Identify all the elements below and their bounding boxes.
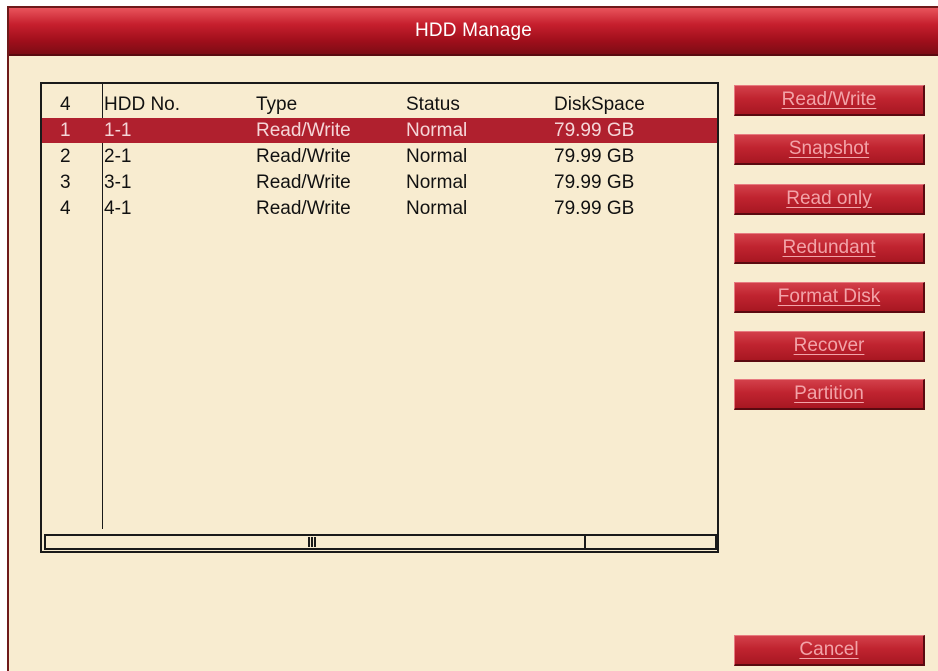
row-status: Normal <box>406 146 468 167</box>
row-status: Normal <box>406 198 468 219</box>
table-row[interactable]: 2 2-1 Read/Write Normal 79.99 GB <box>42 144 717 169</box>
scrollbar-thumb[interactable] <box>46 536 586 548</box>
horizontal-scrollbar[interactable] <box>44 534 717 550</box>
row-type: Read/Write <box>256 120 351 141</box>
row-status: Normal <box>406 120 468 141</box>
row-disk-space: 79.99 GB <box>554 172 635 193</box>
row-type: Read/Write <box>256 198 351 219</box>
table-header-row: 4 HDD No. Type Status DiskSpace <box>42 92 717 117</box>
hdd-manage-window: HDD Manage 4 HDD No. Type Status DiskSpa… <box>7 6 938 671</box>
row-index: 1 <box>60 120 71 141</box>
row-disk-space: 79.99 GB <box>554 146 635 167</box>
row-hdd-no: 1-1 <box>104 120 132 141</box>
row-hdd-no: 2-1 <box>104 146 132 167</box>
cancel-button[interactable]: Cancel <box>734 635 925 666</box>
header-status[interactable]: Status <box>406 92 460 117</box>
header-type[interactable]: Type <box>256 92 297 117</box>
row-disk-space: 79.99 GB <box>554 198 635 219</box>
format-disk-button[interactable]: Format Disk <box>734 282 925 313</box>
row-disk-space: 79.99 GB <box>554 120 635 141</box>
row-index: 4 <box>60 198 71 219</box>
row-hdd-no: 4-1 <box>104 198 132 219</box>
read-only-button[interactable]: Read only <box>734 184 925 215</box>
table-row[interactable]: 4 4-1 Read/Write Normal 79.99 GB <box>42 196 717 221</box>
row-index: 3 <box>60 172 71 193</box>
hdd-table: 4 HDD No. Type Status DiskSpace 1 1-1 Re… <box>40 82 719 553</box>
recover-button[interactable]: Recover <box>734 331 925 362</box>
snapshot-button[interactable]: Snapshot <box>734 134 925 165</box>
header-count: 4 <box>60 94 71 115</box>
window-title: HDD Manage <box>9 8 938 56</box>
row-type: Read/Write <box>256 172 351 193</box>
table-row[interactable]: 1 1-1 Read/Write Normal 79.99 GB <box>42 118 717 143</box>
row-index: 2 <box>60 146 71 167</box>
redundant-button[interactable]: Redundant <box>734 233 925 264</box>
scrollbar-grip-icon <box>308 537 316 547</box>
header-disk-space[interactable]: DiskSpace <box>554 92 645 117</box>
header-hdd-no[interactable]: HDD No. <box>102 92 180 117</box>
table-row[interactable]: 3 3-1 Read/Write Normal 79.99 GB <box>42 170 717 195</box>
row-status: Normal <box>406 172 468 193</box>
read-write-button[interactable]: Read/Write <box>734 85 925 116</box>
partition-button[interactable]: Partition <box>734 379 925 410</box>
row-type: Read/Write <box>256 146 351 167</box>
row-hdd-no: 3-1 <box>104 172 132 193</box>
